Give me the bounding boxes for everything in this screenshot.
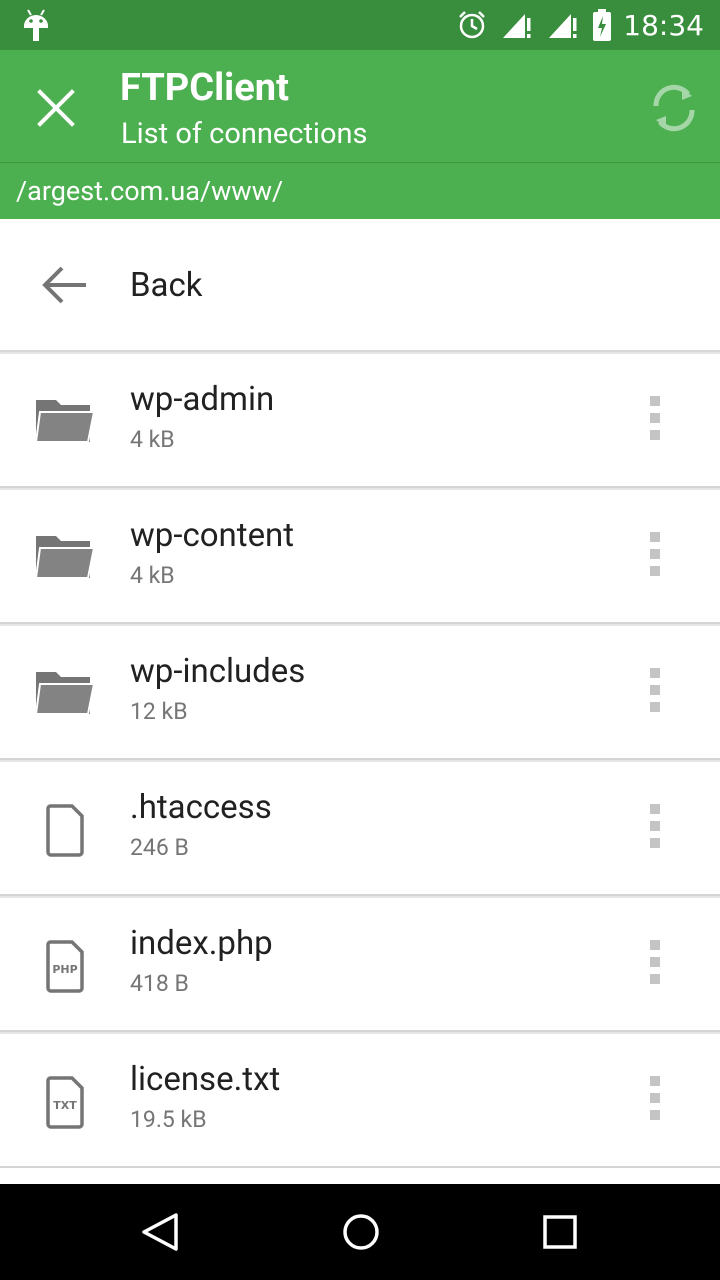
txt-file-icon: TXT — [46, 1076, 84, 1129]
current-path: /argest.com.ua/www/ — [16, 175, 284, 207]
file-size: 19.5 kB — [130, 1106, 207, 1133]
signal-icon — [503, 14, 531, 38]
close-icon[interactable] — [36, 88, 76, 128]
file-size: 418 B — [130, 970, 189, 997]
app-bar: FTPClient List of connections — [0, 50, 720, 162]
file-size: 4 kB — [130, 562, 175, 589]
status-time: 18:34 — [623, 8, 704, 42]
back-item[interactable]: Back — [0, 220, 720, 352]
more-vert-icon[interactable] — [640, 1076, 670, 1124]
more-vert-icon[interactable] — [640, 940, 670, 988]
folder-icon — [34, 536, 96, 579]
refresh-icon[interactable] — [646, 80, 702, 136]
navigation-bar — [0, 1184, 720, 1280]
status-bar: 18:34 — [0, 0, 720, 50]
folder-icon — [34, 400, 96, 443]
list-item[interactable]: wp-admin 4 kB — [0, 352, 720, 488]
arrow-back-icon — [42, 266, 86, 304]
alarm-icon — [459, 11, 486, 39]
svg-text:PHP: PHP — [52, 963, 77, 976]
app-title: FTPClient — [120, 66, 289, 110]
more-vert-icon[interactable] — [640, 804, 670, 852]
file-name: license.txt — [130, 1060, 281, 1099]
list-item[interactable]: PHP index.php 418 B — [0, 896, 720, 1032]
file-name: wp-includes — [130, 652, 306, 691]
more-vert-icon[interactable] — [640, 532, 670, 580]
file-name: .htaccess — [130, 788, 272, 827]
file-icon — [46, 804, 84, 857]
back-label: Back — [130, 266, 203, 305]
back-nav-icon[interactable] — [138, 1212, 182, 1252]
path-bar: /argest.com.ua/www/ — [0, 162, 720, 219]
list-item[interactable]: wp-includes 12 kB — [0, 624, 720, 760]
svg-text:TXT: TXT — [53, 1099, 77, 1112]
folder-icon — [34, 672, 96, 715]
file-name: wp-admin — [130, 380, 275, 419]
file-size: 4 kB — [130, 426, 175, 453]
php-file-icon: PHP — [46, 940, 84, 993]
recents-nav-icon[interactable] — [542, 1212, 578, 1252]
more-vert-icon[interactable] — [640, 396, 670, 444]
file-size: 12 kB — [130, 698, 188, 725]
home-nav-icon[interactable] — [341, 1212, 381, 1252]
android-icon — [24, 9, 48, 41]
file-list: Back wp-admin 4 kB wp-content 4 kB wp-in… — [0, 220, 720, 1168]
battery-charging-icon — [593, 9, 612, 41]
file-name: index.php — [130, 924, 273, 963]
list-item[interactable]: TXT license.txt 19.5 kB — [0, 1032, 720, 1168]
file-name: wp-content — [130, 516, 295, 555]
more-vert-icon[interactable] — [640, 668, 670, 716]
list-item[interactable]: wp-content 4 kB — [0, 488, 720, 624]
file-size: 246 B — [130, 834, 189, 861]
app-subtitle: List of connections — [121, 117, 368, 151]
signal-icon — [549, 14, 577, 38]
list-item[interactable]: .htaccess 246 B — [0, 760, 720, 896]
